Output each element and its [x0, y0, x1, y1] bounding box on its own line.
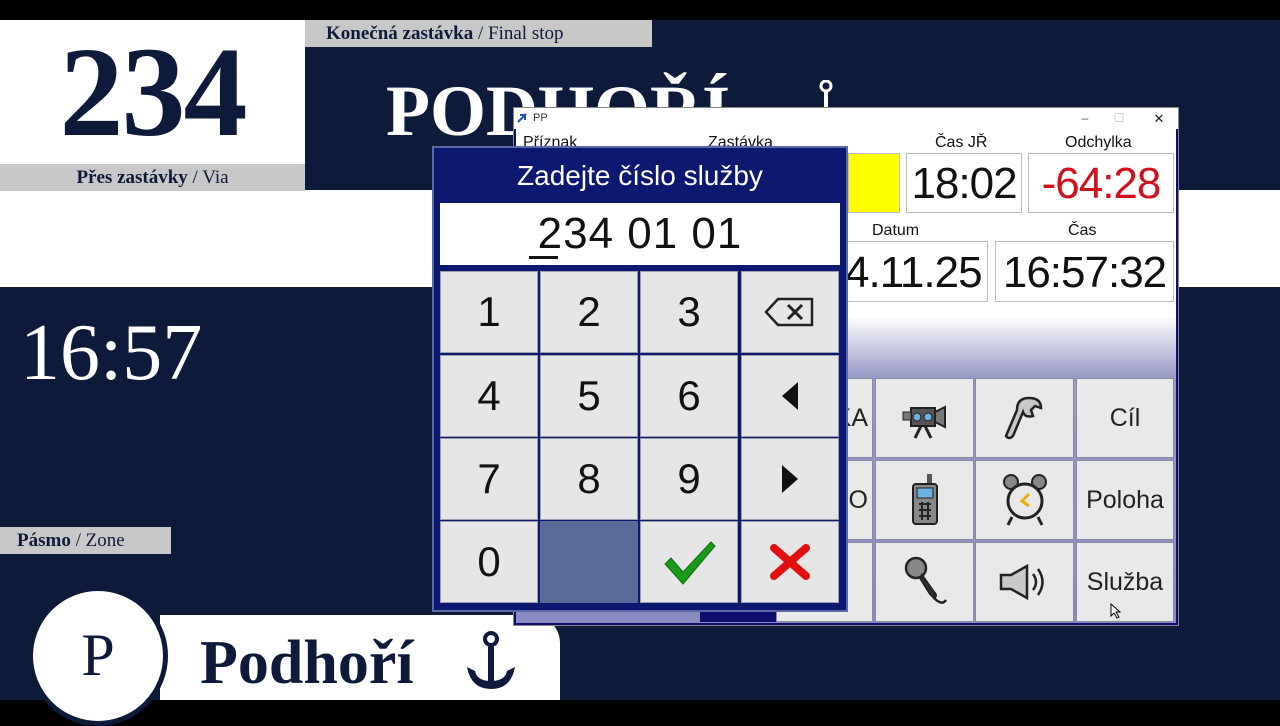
backspace-key[interactable] [741, 271, 839, 353]
key-2[interactable]: 2 [540, 271, 638, 353]
key-4[interactable]: 4 [440, 355, 538, 437]
mouse-cursor-icon [1110, 603, 1122, 619]
schedule-time-header: Čas JŘ [935, 134, 988, 151]
final-stop-label: Konečná zastávka / Final stop [305, 20, 652, 47]
via-label-en: Via [202, 167, 229, 188]
service-button[interactable]: Služba [1076, 542, 1174, 622]
camera-button[interactable] [875, 378, 974, 458]
final-label-en: Final stop [488, 23, 564, 44]
minimize-button[interactable]: – [1070, 108, 1100, 129]
arrow-right-icon [782, 465, 798, 493]
cancel-key[interactable] [741, 521, 839, 603]
date-header: Datum [872, 222, 920, 239]
deviation-value: -64:28 [1028, 153, 1174, 213]
app-icon [517, 113, 527, 123]
dialog-title: Zadejte číslo služby [517, 160, 763, 191]
zone-label: Pásmo / Zone [0, 527, 171, 554]
service-number-input[interactable]: 234 01 01 [440, 203, 840, 265]
via-label: Přes zastávky / Via [0, 164, 305, 191]
phone-icon [911, 474, 938, 525]
time-value: 16:57:32 [995, 241, 1174, 302]
route-number: 234 [59, 21, 248, 163]
key-6[interactable]: 6 [640, 355, 738, 437]
zone-label-en: Zone [85, 530, 125, 551]
position-button[interactable]: Poloha [1076, 460, 1174, 540]
service-button-label: Služba [1086, 567, 1164, 596]
key-8[interactable]: 8 [540, 438, 638, 520]
key-3[interactable]: 3 [640, 271, 738, 353]
final-label-cz: Konečná zastávka [326, 23, 474, 44]
flag-indicator [848, 153, 900, 213]
target-button[interactable]: Cíl [1076, 378, 1174, 458]
backspace-icon [764, 297, 814, 327]
key-9[interactable]: 9 [640, 438, 738, 520]
maximize-button[interactable]: ☐ [1104, 108, 1134, 129]
key-1[interactable]: 1 [440, 271, 538, 353]
key-0[interactable]: 0 [440, 521, 538, 603]
target-button-label: Cíl [1109, 403, 1141, 432]
via-label-cz: Přes zastávky [76, 167, 188, 188]
phone-button[interactable] [875, 460, 974, 540]
settings-button[interactable] [975, 378, 1074, 458]
alarm-button[interactable] [975, 460, 1074, 540]
zone-letter: P [81, 622, 115, 688]
checkmark-icon [664, 541, 716, 585]
key-5[interactable]: 5 [540, 355, 638, 437]
zone-label-cz: Pásmo [17, 530, 71, 551]
cursor-right-key[interactable] [741, 438, 839, 520]
arrow-left-icon [782, 382, 798, 410]
current-stop-name: Podhoří [200, 629, 414, 697]
wrench-icon [1004, 396, 1042, 440]
input-caret [529, 256, 558, 259]
confirm-key[interactable] [640, 521, 738, 603]
speaker-icon [999, 563, 1044, 601]
cursor-left-key[interactable] [741, 355, 839, 437]
microphone-icon [904, 556, 947, 604]
hidden-button-b-label: O [848, 485, 868, 514]
speaker-button[interactable] [975, 542, 1074, 622]
time-header: Čas [1068, 222, 1097, 239]
position-button-label: Poloha [1086, 485, 1164, 514]
alarm-clock-icon [1002, 474, 1047, 526]
pp-window-title: PP [533, 112, 548, 124]
schedule-time-value: 18:02 [906, 153, 1022, 213]
sign-clock: 16:57 [20, 309, 203, 397]
date-value: 4.11.25 [844, 241, 988, 302]
close-button[interactable]: ✕ [1144, 108, 1174, 129]
key-7[interactable]: 7 [440, 438, 538, 520]
microphone-button[interactable] [875, 542, 974, 622]
deviation-header: Odchylka [1065, 134, 1132, 151]
camera-icon [902, 405, 946, 439]
keypad-blank-slot [540, 521, 638, 603]
cross-icon [770, 544, 810, 580]
anchor-icon [467, 631, 515, 689]
